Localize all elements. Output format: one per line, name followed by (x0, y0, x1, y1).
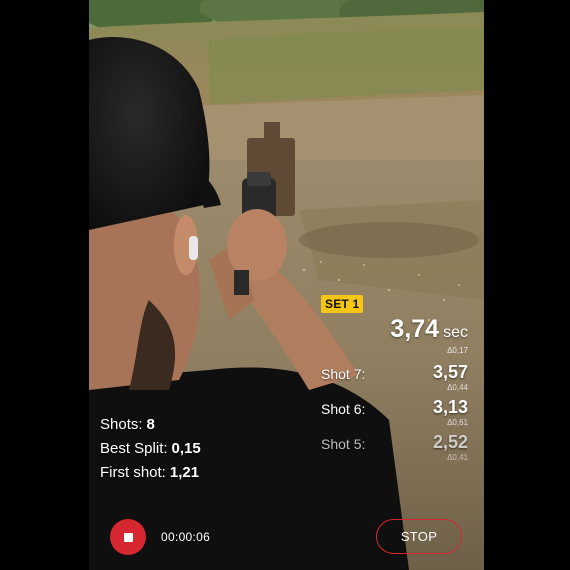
shot-row: Shot 5: 2,52 Δ0,41 (321, 432, 468, 472)
shot-time: 2,52 (432, 432, 468, 452)
shot-row: Shot 6: 3,13 Δ0,61 (321, 397, 468, 437)
recording-timer: 00:00:06 (161, 530, 211, 544)
shots-count-line: Shots: 8 (100, 413, 201, 437)
shots-count-label: Shots: (100, 416, 143, 433)
shot-label: Shot 6: (321, 401, 366, 417)
best-split-value: 0,15 (171, 440, 201, 457)
best-split-line: Best Split: 0,15 (100, 437, 201, 461)
shot-label: Shot 5: (321, 436, 366, 452)
stop-record-icon (123, 532, 133, 542)
shot-split-delta: Δ0,41 (447, 453, 468, 462)
first-shot-line: First shot: 1,21 (100, 461, 201, 485)
stop-button-label: STOP (400, 529, 438, 544)
shot-label: Shot 7: (321, 366, 366, 382)
shot-time: 3,13 (432, 397, 468, 417)
stop-button[interactable]: STOP (376, 519, 462, 554)
shots-count-value: 8 (146, 416, 155, 433)
shot-time: 3,57 (432, 362, 468, 382)
total-time-value: 3,74 (390, 315, 440, 343)
shot-row: Shot 7: 3,57 Δ0,44 (321, 362, 468, 402)
session-stats: Shots: 8 Best Split: 0,15 First shot: 1,21 (100, 413, 201, 485)
total-time-unit: sec (443, 324, 468, 341)
app-screen: SET 1 3,74 sec Δ0,17 Shot 7: 3,57 Δ0,44 S… (0, 0, 570, 570)
first-shot-label: First shot: (100, 464, 166, 481)
stop-record-button[interactable] (110, 519, 146, 555)
first-shot-value: 1,21 (169, 464, 200, 481)
total-time-delta: Δ0,17 (447, 346, 468, 355)
shot-split-delta: Δ0,61 (447, 418, 468, 427)
total-time: 3,74 sec (390, 315, 468, 344)
set-badge: SET 1 (321, 295, 364, 313)
shot-split-delta: Δ0,44 (447, 383, 468, 392)
best-split-label: Best Split: (100, 440, 168, 457)
